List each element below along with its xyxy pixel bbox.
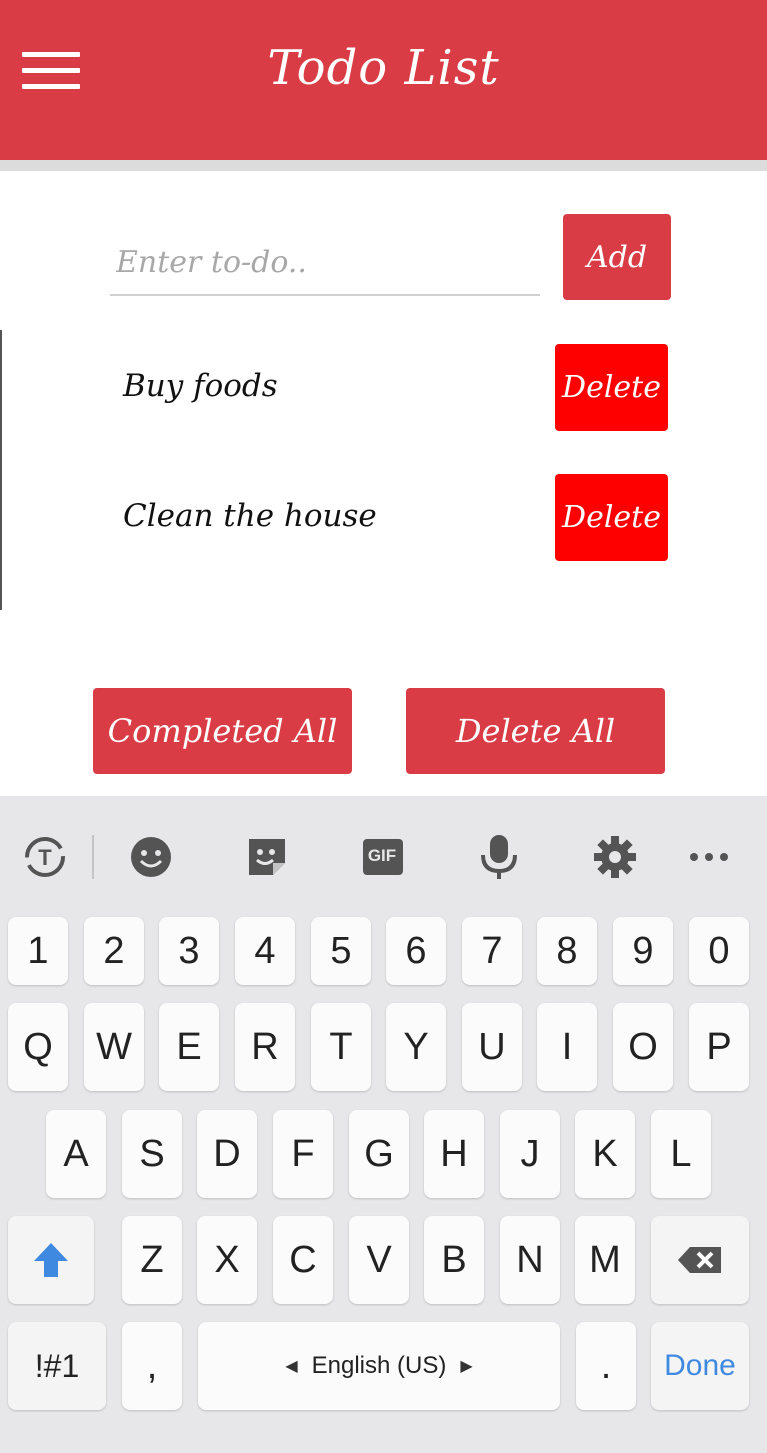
sticker-icon[interactable]: [244, 834, 290, 880]
period-key[interactable]: .: [576, 1322, 636, 1410]
more-icon[interactable]: [686, 834, 732, 880]
space-language-label: English (US): [311, 1352, 447, 1379]
shift-key[interactable]: [8, 1216, 94, 1304]
space-key[interactable]: ◀ English (US) ▶: [198, 1322, 560, 1410]
key-i[interactable]: I: [537, 1003, 597, 1091]
key-q[interactable]: Q: [8, 1003, 68, 1091]
settings-icon[interactable]: [592, 834, 638, 880]
key-3[interactable]: 3: [159, 917, 219, 985]
key-5[interactable]: 5: [311, 917, 371, 985]
key-o[interactable]: O: [613, 1003, 673, 1091]
key-n[interactable]: N: [500, 1216, 560, 1304]
key-4[interactable]: 4: [235, 917, 295, 985]
symbols-key[interactable]: !#1: [8, 1322, 106, 1410]
key-p[interactable]: P: [689, 1003, 749, 1091]
comma-key[interactable]: ,: [122, 1322, 182, 1410]
key-7[interactable]: 7: [462, 917, 522, 985]
todo-input[interactable]: [110, 230, 540, 296]
app-bar-shadow: [0, 160, 767, 171]
key-v[interactable]: V: [349, 1216, 409, 1304]
key-z[interactable]: Z: [122, 1216, 182, 1304]
translate-icon[interactable]: T: [22, 834, 68, 880]
add-button[interactable]: Add: [563, 214, 671, 300]
key-1[interactable]: 1: [8, 917, 68, 985]
key-w[interactable]: W: [84, 1003, 144, 1091]
key-u[interactable]: U: [462, 1003, 522, 1091]
key-8[interactable]: 8: [537, 917, 597, 985]
key-c[interactable]: C: [273, 1216, 333, 1304]
language-next-icon: ▶: [460, 1358, 473, 1375]
emoji-icon[interactable]: [128, 834, 174, 880]
key-s[interactable]: S: [122, 1110, 182, 1198]
left-edge-line: [0, 330, 2, 610]
page-title: Todo List: [267, 40, 500, 96]
key-g[interactable]: G: [349, 1110, 409, 1198]
key-k[interactable]: K: [575, 1110, 635, 1198]
delete-all-button[interactable]: Delete All: [406, 688, 665, 774]
todo-item-text: Clean the house: [123, 498, 377, 534]
done-key[interactable]: Done: [651, 1322, 749, 1410]
svg-text:T: T: [38, 845, 52, 870]
done-label: Done: [664, 1349, 736, 1382]
key-9[interactable]: 9: [613, 917, 673, 985]
backspace-icon: [678, 1247, 721, 1273]
key-x[interactable]: X: [197, 1216, 257, 1304]
key-2[interactable]: 2: [84, 917, 144, 985]
key-6[interactable]: 6: [386, 917, 446, 985]
delete-button[interactable]: Delete: [555, 474, 668, 561]
key-b[interactable]: B: [424, 1216, 484, 1304]
delete-button[interactable]: Delete: [555, 344, 668, 431]
key-y[interactable]: Y: [386, 1003, 446, 1091]
language-prev-icon: ◀: [285, 1358, 298, 1375]
key-j[interactable]: J: [500, 1110, 560, 1198]
shift-arrow-icon: [34, 1243, 68, 1277]
gif-label: GIF: [367, 846, 397, 865]
backspace-key[interactable]: [651, 1216, 749, 1304]
key-r[interactable]: R: [235, 1003, 295, 1091]
toolbar-divider: [92, 835, 94, 879]
key-t[interactable]: T: [311, 1003, 371, 1091]
key-0[interactable]: 0: [689, 917, 749, 985]
todo-item-text: Buy foods: [123, 368, 278, 404]
completed-all-button[interactable]: Completed All: [93, 688, 352, 774]
key-d[interactable]: D: [197, 1110, 257, 1198]
key-h[interactable]: H: [424, 1110, 484, 1198]
key-m[interactable]: M: [575, 1216, 635, 1304]
key-a[interactable]: A: [46, 1110, 106, 1198]
mic-icon[interactable]: [476, 834, 522, 880]
key-l[interactable]: L: [651, 1110, 711, 1198]
key-e[interactable]: E: [159, 1003, 219, 1091]
key-f[interactable]: F: [273, 1110, 333, 1198]
